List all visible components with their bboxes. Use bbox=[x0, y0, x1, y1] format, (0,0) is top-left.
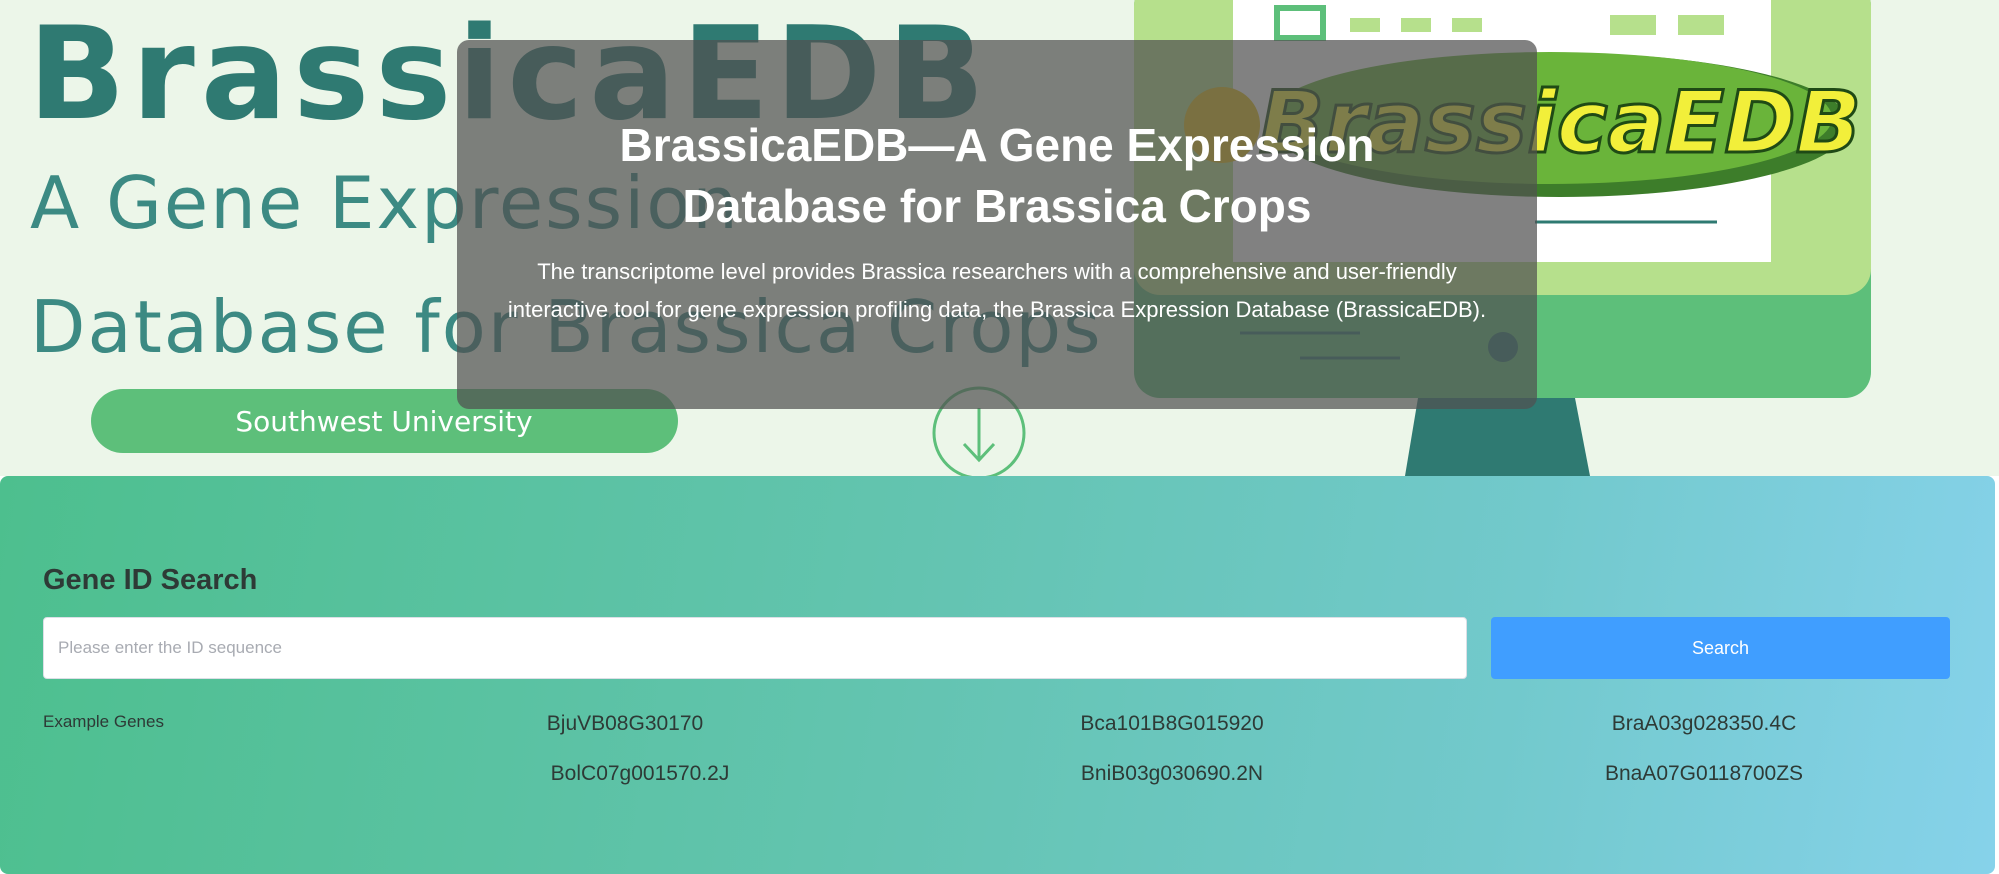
example-gene-link[interactable]: BjuVB08G30170 bbox=[547, 712, 703, 736]
gene-search-section: Gene ID Search Search Example Genes BjuV… bbox=[0, 476, 1995, 874]
screen-block bbox=[1610, 15, 1656, 35]
example-gene-link[interactable]: BraA03g028350.4C bbox=[1612, 712, 1796, 736]
example-gene-link[interactable]: BniB03g030690.2N bbox=[1081, 762, 1263, 786]
example-genes-label: Example Genes bbox=[43, 712, 164, 731]
screen-block bbox=[1678, 15, 1724, 35]
screen-block bbox=[1401, 18, 1431, 32]
search-button[interactable]: Search bbox=[1491, 617, 1950, 679]
screen-block bbox=[1350, 18, 1380, 32]
example-gene-link[interactable]: Bca101B8G015920 bbox=[1080, 712, 1263, 736]
hero-banner: BrassicaEDB A Gene Expression Database f… bbox=[0, 0, 1999, 476]
screen-block bbox=[1452, 18, 1482, 32]
university-label: Southwest University bbox=[235, 405, 532, 438]
monitor-stand bbox=[1405, 398, 1590, 476]
page-description: The transcriptome level provides Brassic… bbox=[507, 259, 1487, 322]
gene-id-search-input[interactable] bbox=[43, 617, 1467, 679]
example-gene-link[interactable]: BolC07g001570.2J bbox=[551, 762, 730, 786]
page-title: BrassicaEDB—A Gene Expression Database f… bbox=[619, 119, 1375, 232]
hero-overlay-card: BrassicaEDB—A Gene Expression Database f… bbox=[457, 40, 1537, 409]
example-gene-link[interactable]: BnaA07G0118700ZS bbox=[1605, 762, 1803, 786]
search-title: Gene ID Search bbox=[43, 564, 258, 596]
